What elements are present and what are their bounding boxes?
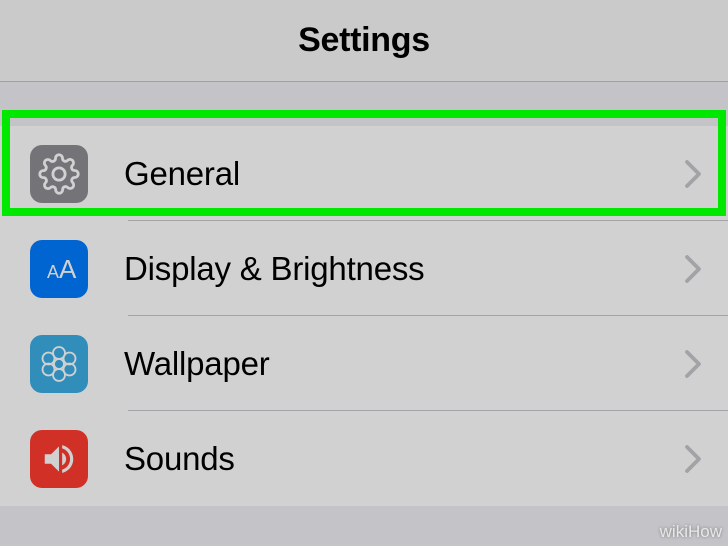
section-spacer [0, 82, 728, 126]
row-label-general: General [124, 155, 684, 193]
speaker-icon [30, 430, 88, 488]
svg-text:A: A [47, 262, 59, 282]
text-size-icon: A A [30, 240, 88, 298]
row-display-brightness[interactable]: A A Display & Brightness [0, 221, 728, 316]
row-label-display: Display & Brightness [124, 250, 684, 288]
chevron-right-icon [684, 254, 702, 284]
chevron-right-icon [684, 349, 702, 379]
page-title: Settings [298, 21, 430, 60]
row-label-wallpaper: Wallpaper [124, 345, 684, 383]
chevron-right-icon [684, 159, 702, 189]
gear-icon [30, 145, 88, 203]
row-sounds[interactable]: Sounds [0, 411, 728, 506]
header: Settings [0, 0, 728, 82]
row-general[interactable]: General [0, 126, 728, 221]
settings-list: General A A Display & Brightness [0, 126, 728, 506]
row-wallpaper[interactable]: Wallpaper [0, 316, 728, 411]
flower-icon [30, 335, 88, 393]
chevron-right-icon [684, 444, 702, 474]
watermark: wikiHow [660, 522, 722, 542]
svg-text:A: A [59, 254, 77, 284]
row-label-sounds: Sounds [124, 440, 684, 478]
